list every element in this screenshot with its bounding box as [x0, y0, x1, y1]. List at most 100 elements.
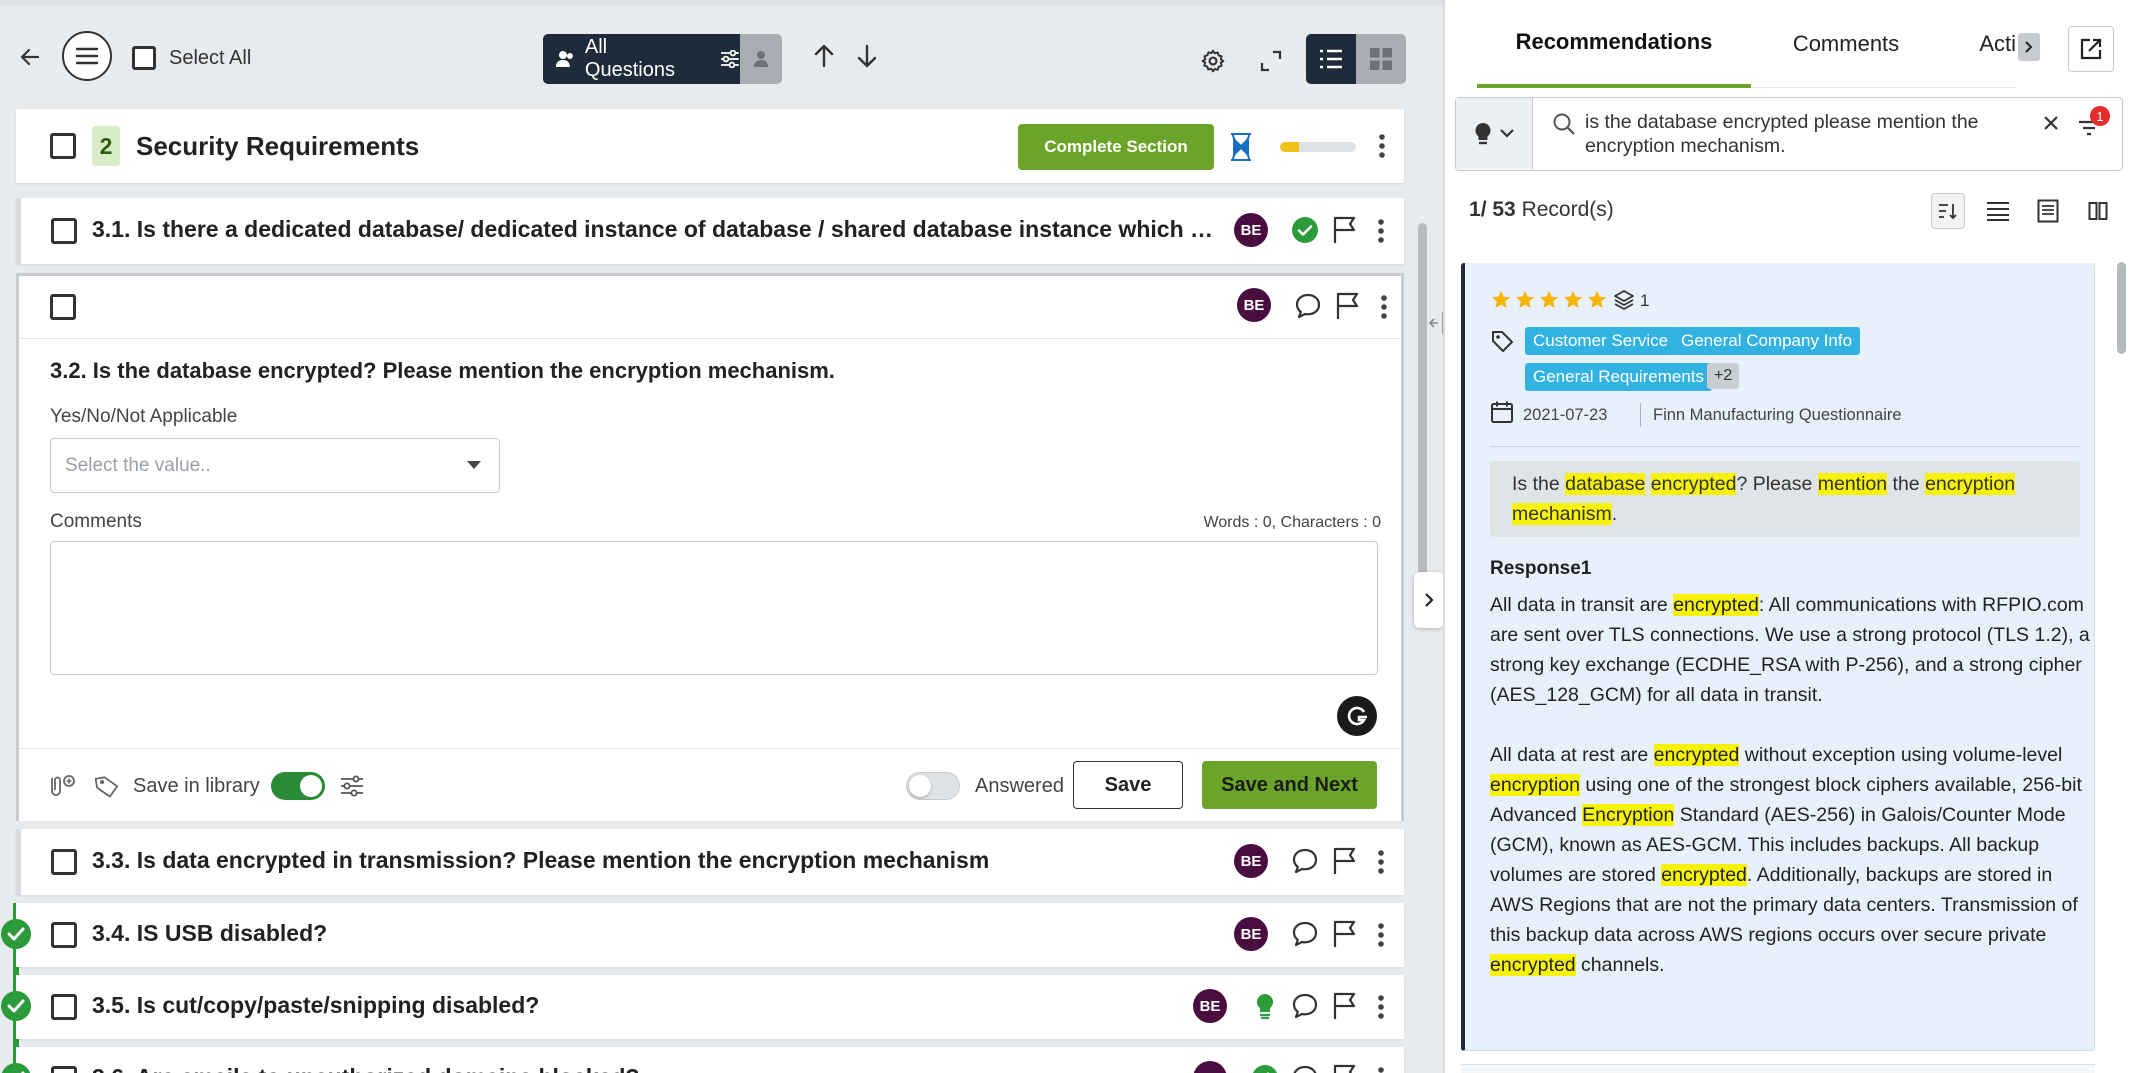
- section-more-icon[interactable]: [1372, 129, 1392, 163]
- assignee-avatar[interactable]: BE: [1193, 989, 1227, 1023]
- question-row[interactable]: 3.5. Is cut/copy/paste/snipping disabled…: [16, 975, 1404, 1039]
- assignee-avatar[interactable]: BE: [1237, 288, 1271, 322]
- highlighted-keyword: encrypted: [1490, 954, 1576, 976]
- document-icon: [2037, 199, 2059, 223]
- question-more-icon[interactable]: [1371, 845, 1391, 879]
- toggle-knob: [300, 775, 322, 797]
- select-all-checkbox[interactable]: [132, 46, 156, 70]
- flag-icon[interactable]: [1329, 845, 1361, 877]
- chevron-right-icon: [1425, 593, 1434, 607]
- library-settings-sliders-icon[interactable]: [337, 771, 367, 801]
- assignee-avatar[interactable]: BE: [1234, 844, 1268, 878]
- question-checkbox[interactable]: [50, 294, 76, 320]
- tab-activity[interactable]: Acti: [1941, 0, 2016, 88]
- question-checkbox[interactable]: [51, 1066, 77, 1073]
- detail-layout-button[interactable]: [2031, 193, 2065, 229]
- question-more-icon[interactable]: [1371, 990, 1391, 1024]
- editor-header: BE: [19, 276, 1401, 339]
- save-and-next-button[interactable]: Save and Next: [1202, 761, 1377, 809]
- section-progress-bar: [1280, 142, 1356, 152]
- recommendation-bulb-icon[interactable]: [1249, 990, 1281, 1022]
- tabs-scroll-right-button[interactable]: [2018, 33, 2040, 61]
- search-type-dropdown[interactable]: [1456, 98, 1533, 169]
- word-count: Words : 0, Characters : 0: [1203, 514, 1381, 531]
- answered-edit-icon[interactable]: [1249, 1062, 1281, 1073]
- star-icon: [1516, 290, 1534, 308]
- list-layout-button[interactable]: [1981, 193, 2015, 229]
- question-checkbox[interactable]: [51, 849, 77, 875]
- move-down-arrow-icon[interactable]: [851, 40, 883, 72]
- menu-button[interactable]: [62, 31, 112, 81]
- question-checkbox[interactable]: [51, 922, 77, 948]
- open-new-window-button[interactable]: [2068, 26, 2114, 72]
- question-more-icon[interactable]: [1374, 290, 1394, 324]
- flag-icon[interactable]: [1329, 214, 1361, 246]
- assignee-filter-button[interactable]: [740, 34, 782, 84]
- question-checkbox[interactable]: [51, 994, 77, 1020]
- question-more-icon[interactable]: [1371, 918, 1391, 952]
- highlighted-keyword: database: [1565, 473, 1646, 495]
- highlighted-keyword: encryption: [1490, 774, 1580, 796]
- answer-select[interactable]: Select the value..: [50, 438, 500, 493]
- question-filter-button[interactable]: All Questions: [543, 34, 740, 84]
- comment-icon[interactable]: [1289, 1062, 1321, 1073]
- questions-scrollbar[interactable]: [1418, 223, 1427, 603]
- comment-icon[interactable]: [1289, 990, 1321, 1022]
- settings-gear-icon[interactable]: [1197, 45, 1229, 77]
- attachment-icon[interactable]: [45, 771, 77, 801]
- tab-comments[interactable]: Comments: [1751, 0, 1941, 88]
- tag-chip[interactable]: Customer Service: [1525, 327, 1677, 355]
- search-filter-button[interactable]: 1: [2074, 106, 2110, 138]
- move-up-arrow-icon[interactable]: [808, 40, 840, 72]
- more-tags-chip[interactable]: +2: [1707, 363, 1740, 389]
- save-in-library-toggle[interactable]: [271, 772, 325, 800]
- question-row[interactable]: 3.3. Is data encrypted in transmission? …: [16, 829, 1404, 895]
- collapse-panel-button[interactable]: [1414, 572, 1444, 628]
- tag-icon[interactable]: [93, 771, 121, 801]
- questionnaire-pane: Select All All Questions 2 Security Requ…: [0, 0, 1443, 1073]
- comment-icon[interactable]: [1289, 918, 1321, 950]
- comment-icon[interactable]: [1292, 290, 1324, 322]
- save-button[interactable]: Save: [1073, 761, 1183, 809]
- grid-view-button[interactable]: [1356, 34, 1406, 84]
- answered-toggle[interactable]: [906, 772, 960, 800]
- recommendation-card[interactable]: 1 Customer Service General Company Info …: [1461, 263, 2095, 1051]
- flag-icon[interactable]: [1332, 290, 1364, 322]
- flag-icon[interactable]: [1329, 1062, 1361, 1073]
- sort-button[interactable]: [1931, 193, 1965, 229]
- text-segment: the: [1887, 473, 1926, 495]
- back-arrow-icon[interactable]: [14, 41, 46, 73]
- recommendations-scrollbar[interactable]: [2117, 262, 2126, 354]
- complete-section-button[interactable]: Complete Section: [1018, 124, 1214, 170]
- comments-textarea[interactable]: [50, 541, 1378, 675]
- expand-icon[interactable]: [1255, 45, 1287, 77]
- grammarly-icon[interactable]: [1337, 696, 1377, 736]
- question-checkbox[interactable]: [51, 218, 77, 244]
- text-segment: channels.: [1575, 954, 1665, 976]
- question-more-icon[interactable]: [1371, 1062, 1391, 1073]
- search-input[interactable]: is the database encrypted please mention…: [1585, 110, 2035, 158]
- list-view-button[interactable]: [1306, 34, 1356, 84]
- flag-icon[interactable]: [1329, 918, 1361, 950]
- tag-chip[interactable]: General Company Info: [1673, 327, 1861, 355]
- hourglass-icon: [1228, 131, 1254, 163]
- assignee-avatar[interactable]: BE: [1234, 213, 1268, 247]
- question-row[interactable]: 3.4. IS USB disabled? BE: [16, 903, 1404, 967]
- search-icon: [1553, 113, 1575, 135]
- highlighted-keyword: encrypted: [1661, 864, 1747, 886]
- tag-chip[interactable]: General Requirements: [1525, 363, 1713, 391]
- question-more-icon[interactable]: [1371, 214, 1391, 248]
- section-checkbox[interactable]: [50, 133, 76, 159]
- clear-search-icon[interactable]: [2042, 114, 2060, 132]
- assignee-avatar[interactable]: BE: [1193, 1061, 1227, 1073]
- answered-comment-icon[interactable]: [1289, 214, 1321, 246]
- question-row[interactable]: 3.6. Are emails to unauthorized domains …: [16, 1047, 1404, 1073]
- tab-recommendations[interactable]: Recommendations: [1477, 0, 1751, 88]
- answered-check-icon: [1, 919, 31, 949]
- comment-icon[interactable]: [1289, 845, 1321, 877]
- flag-icon[interactable]: [1329, 990, 1361, 1022]
- text-segment: .: [1611, 503, 1618, 525]
- split-layout-button[interactable]: [2081, 193, 2115, 229]
- assignee-avatar[interactable]: BE: [1234, 917, 1268, 951]
- question-row[interactable]: 3.1. Is there a dedicated database/ dedi…: [16, 198, 1404, 264]
